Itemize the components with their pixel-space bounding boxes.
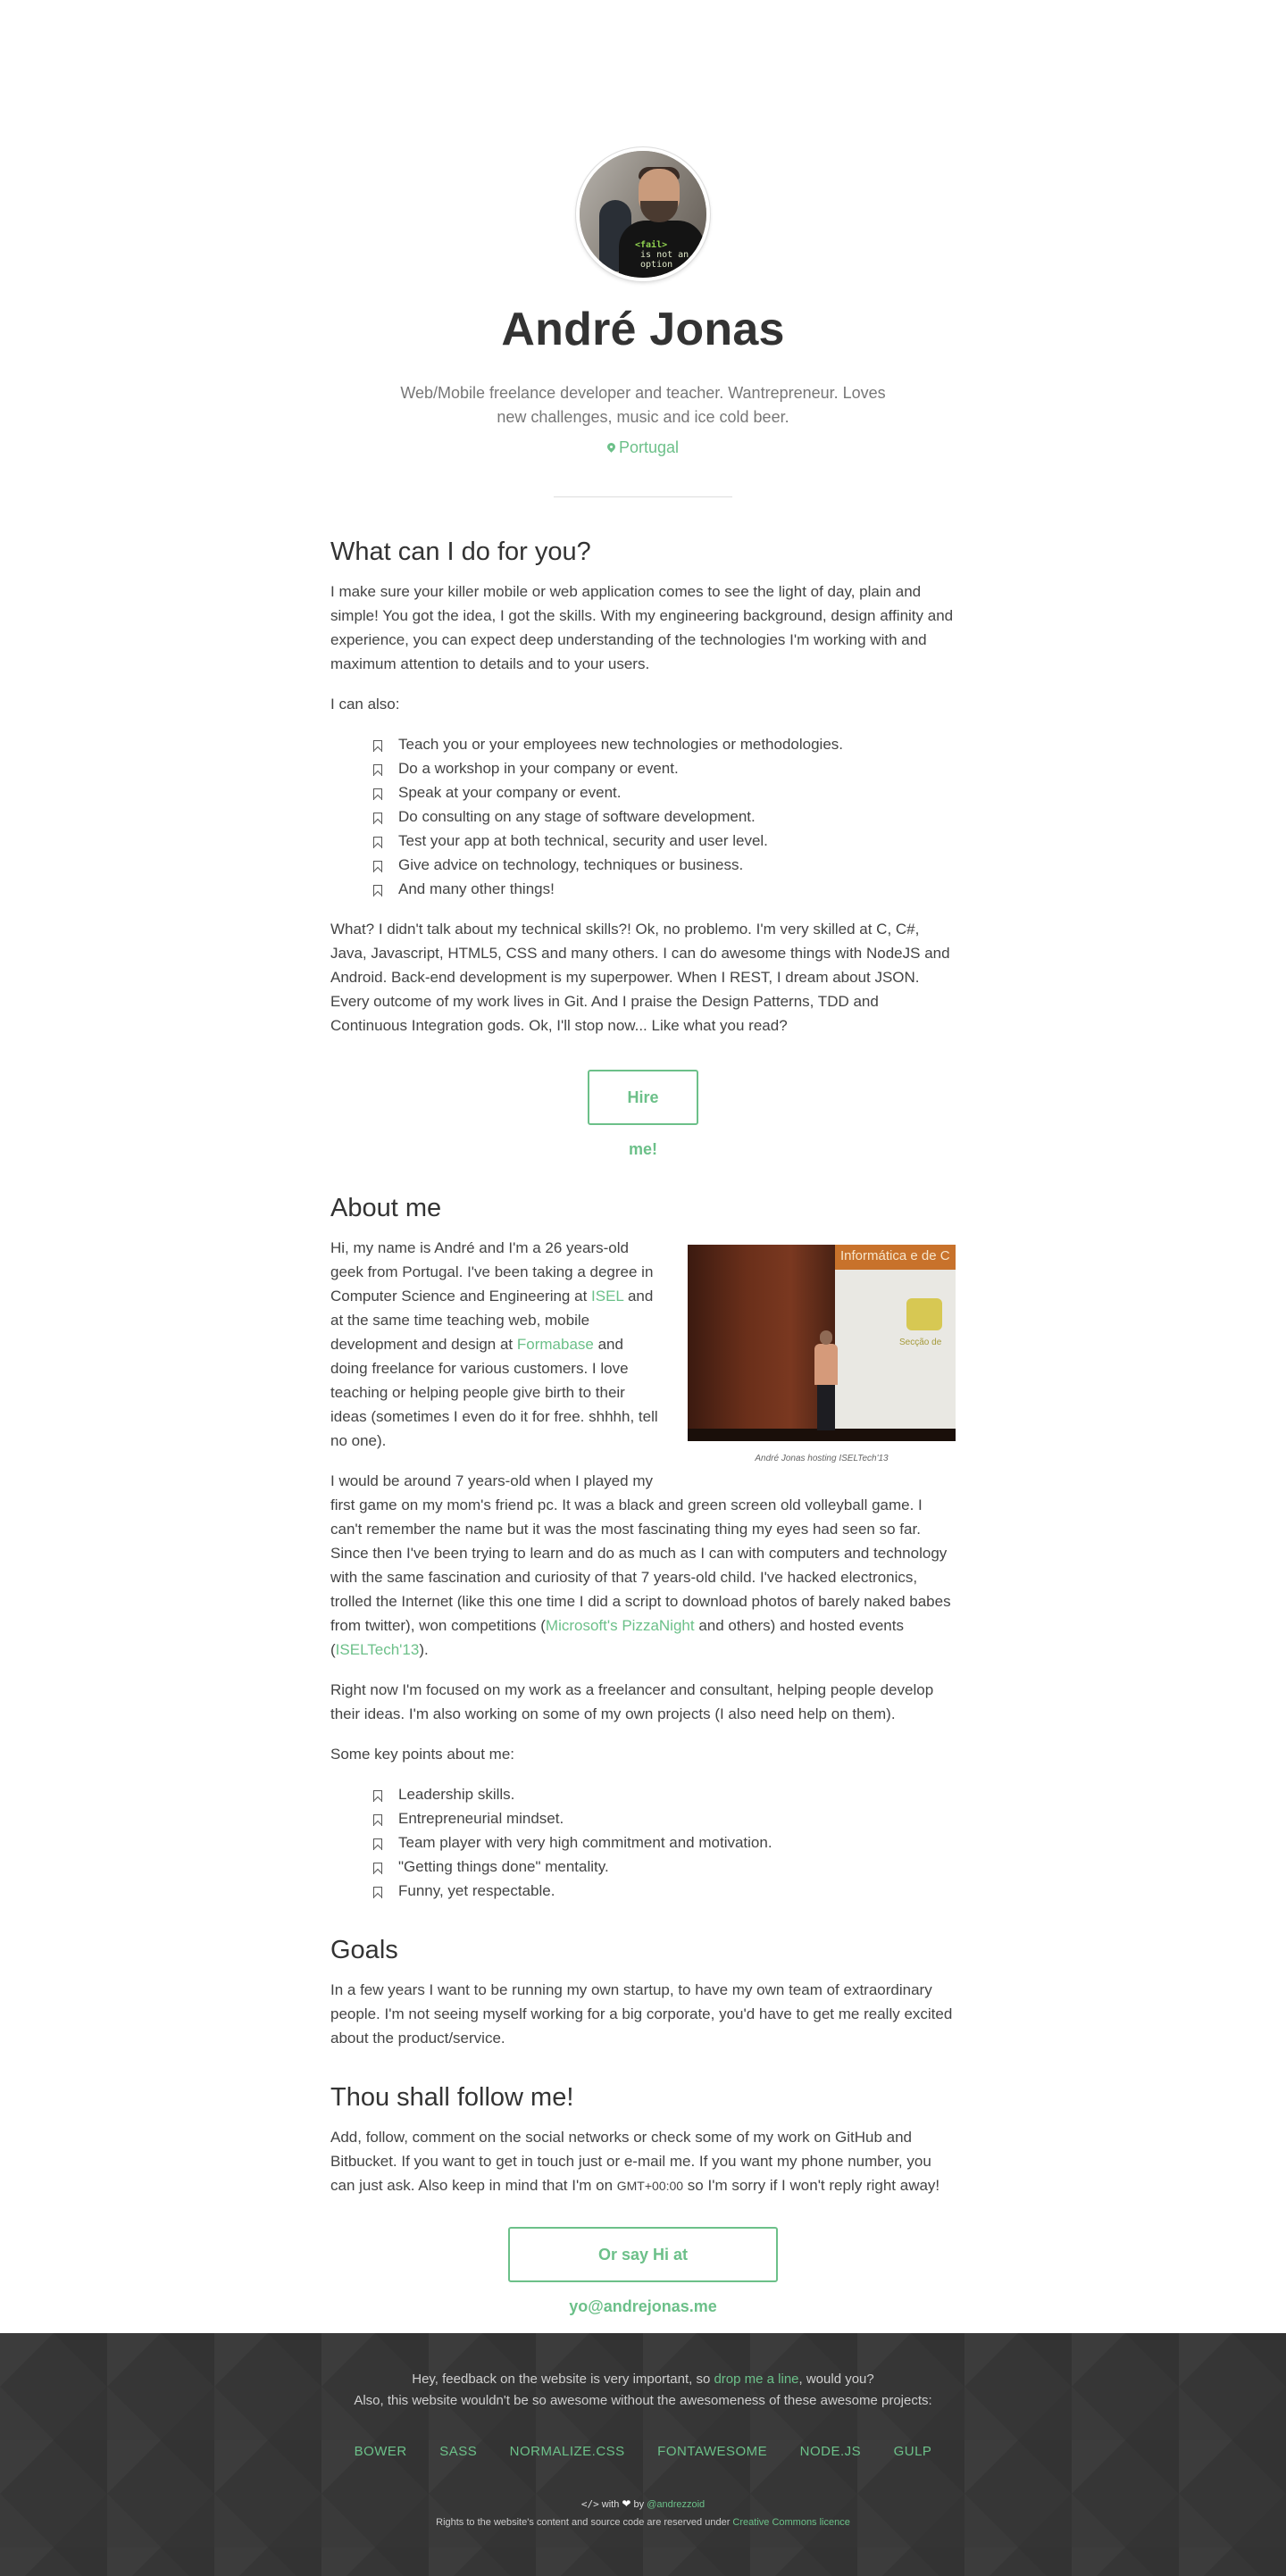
author-handle-link[interactable]: @andrezzoid	[647, 2499, 705, 2510]
list-item: Entrepreneurial mindset.	[373, 1806, 956, 1830]
bookmark-icon	[373, 788, 382, 800]
projects-list: BOWER SASS NORMALIZE.CSS FONTAWESOME NOD…	[0, 2444, 1286, 2460]
rights-line: Rights to the website's content and sour…	[436, 2517, 850, 2528]
what-intro: I make sure your killer mobile or web ap…	[330, 583, 954, 672]
isel-link[interactable]: ISEL	[591, 1288, 623, 1305]
location[interactable]: Portugal	[330, 438, 956, 457]
bookmark-icon	[373, 861, 382, 872]
event-photo: Informática e de C Secção de	[688, 1245, 956, 1441]
project-link-fontawesome[interactable]: FONTAWESOME	[657, 2444, 767, 2459]
bookmark-icon	[373, 813, 382, 824]
what-section: What can I do for you? I make sure your …	[330, 535, 956, 1159]
main-content: <fail> is not an option André Jonas Web/…	[330, 0, 956, 2316]
thanks-line: Also, this website wouldn't be so awesom…	[354, 2393, 932, 2408]
list-item: Give advice on technology, techniques or…	[373, 853, 956, 877]
goals-section: Goals In a few years I want to be runnin…	[330, 1933, 956, 2050]
section-title: What can I do for you?	[330, 538, 591, 566]
skills-paragraph: What? I didn't talk about my technical s…	[330, 921, 950, 1034]
license-link[interactable]: Creative Commons licence	[732, 2517, 849, 2528]
list-item: "Getting things done" mentality.	[373, 1855, 956, 1879]
about-section: About me Informática e de C Secção de An	[330, 1191, 956, 1903]
project-link-nodejs[interactable]: NODE.JS	[800, 2444, 862, 2459]
feedback-line: Hey, feedback on the website is very imp…	[412, 2372, 874, 2387]
made-with-line: </> with ❤ by @andrezzoid	[580, 2497, 706, 2510]
formabase-link[interactable]: Formabase	[517, 1336, 594, 1353]
page-title: André Jonas	[501, 304, 785, 355]
bookmark-icon	[373, 740, 382, 752]
section-title: Thou shall follow me!	[330, 2083, 574, 2112]
goals-text: In a few years I want to be running my o…	[330, 1981, 953, 2047]
bookmark-icon	[373, 1838, 382, 1850]
follow-text: Add, follow, comment on the social netwo…	[330, 2129, 940, 2194]
bookmark-icon	[373, 837, 382, 848]
list-item: Team player with very high commitment an…	[373, 1830, 956, 1855]
photo-caption: André Jonas hosting ISELTech'13	[755, 1454, 889, 1463]
list-item: Funny, yet respectable.	[373, 1879, 956, 1903]
bookmark-icon	[373, 1887, 382, 1898]
email-cta-button[interactable]: Or say Hi at yo@andrejonas.me	[508, 2227, 778, 2315]
location-label: Portugal	[618, 438, 680, 456]
profile-bio: Web/Mobile freelance developer and teach…	[400, 384, 886, 426]
section-title: About me	[330, 1194, 442, 1222]
profile-header: <fail> is not an option André Jonas Web/…	[330, 0, 956, 497]
services-list: Teach you or your employees new technolo…	[330, 732, 956, 901]
also-label: I can also:	[330, 696, 400, 713]
code-icon: </>	[580, 2498, 599, 2510]
about-paragraph-3: Right now I'm focused on my work as a fr…	[330, 1681, 934, 1722]
bookmark-icon	[373, 1863, 382, 1874]
pizzanight-link[interactable]: Microsoft's PizzaNight	[546, 1617, 695, 1634]
footer: Hey, feedback on the website is very imp…	[0, 2333, 1286, 2576]
list-item: Test your app at both technical, securit…	[373, 829, 956, 853]
bookmark-icon	[373, 764, 382, 776]
list-item: Do consulting on any stage of software d…	[373, 804, 956, 829]
list-item: Teach you or your employees new technolo…	[373, 732, 956, 756]
divider	[554, 496, 732, 497]
hire-me-button[interactable]: Hire me!	[588, 1070, 698, 1158]
bookmark-icon	[373, 885, 382, 896]
project-link-sass[interactable]: SASS	[439, 2444, 477, 2459]
about-paragraph-2: I would be around 7 years-old when I pla…	[330, 1472, 951, 1658]
follow-section: Thou shall follow me! Add, follow, comme…	[330, 2080, 956, 2316]
drop-line-link[interactable]: drop me a line	[714, 2372, 798, 2387]
page: <fail> is not an option André Jonas Web/…	[0, 0, 1286, 2576]
project-link-gulp[interactable]: GULP	[894, 2444, 932, 2459]
key-points-list: Leadership skills. Entrepreneurial minds…	[330, 1782, 956, 1903]
project-link-bower[interactable]: BOWER	[355, 2444, 407, 2459]
heart-icon: ❤	[622, 2497, 631, 2510]
bookmark-icon	[373, 1814, 382, 1826]
timezone: GMT+00:00	[616, 2179, 684, 2193]
list-item: Speak at your company or event.	[373, 780, 956, 804]
list-item: Do a workshop in your company or event.	[373, 756, 956, 780]
map-marker-icon	[607, 443, 615, 454]
avatar: <fail> is not an option	[576, 147, 710, 281]
about-figure: Informática e de C Secção de André Jonas…	[688, 1245, 956, 1463]
list-item: Leadership skills.	[373, 1782, 956, 1806]
list-item: And many other things!	[373, 877, 956, 901]
project-link-normalize[interactable]: NORMALIZE.CSS	[510, 2444, 625, 2459]
key-points-label: Some key points about me:	[330, 1746, 515, 1763]
section-title: Goals	[330, 1936, 398, 1964]
bookmark-icon	[373, 1790, 382, 1802]
iseltech-link[interactable]: ISELTech'13	[336, 1641, 420, 1658]
